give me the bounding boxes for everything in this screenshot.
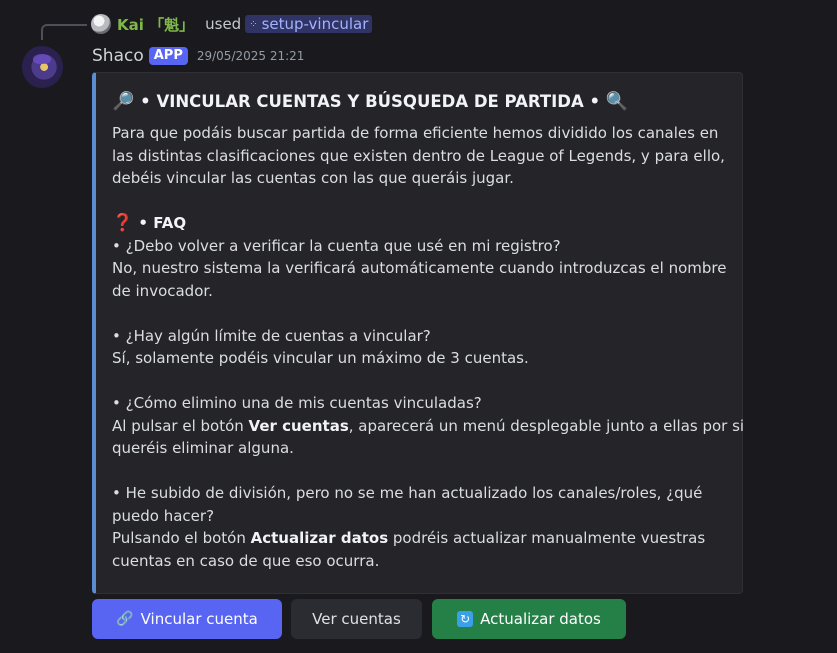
faq-answer-3-line-1: Al pulsar el botón Ver cuentas, aparecer… xyxy=(112,415,744,438)
link-icon: 🔗 xyxy=(116,611,134,627)
faq-heading-text: • FAQ xyxy=(133,214,187,232)
faq-question-4-line-2: puedo hacer? xyxy=(112,506,215,525)
reply-used-text: used xyxy=(205,15,242,33)
embed-description: Para que podáis buscar partida de forma … xyxy=(112,122,744,572)
faq-question-1: • ¿Debo volver a verificar la cuenta que… xyxy=(112,236,561,255)
faq-answer-1-line-2: de invocador. xyxy=(112,281,213,300)
magnifier-left-icon: 🔎 xyxy=(112,90,135,112)
faq-answer-4-bold: Actualizar datos xyxy=(250,529,389,547)
ver-cuentas-button[interactable]: Ver cuentas xyxy=(291,599,422,639)
faq-heading: ❓ • FAQ xyxy=(112,212,724,235)
author-avatar[interactable] xyxy=(21,46,63,88)
faq-answer-4-post: podréis actualizar manualmente vuestras xyxy=(388,529,706,547)
reply-connector xyxy=(41,24,87,40)
vincular-cuenta-label: Vincular cuenta xyxy=(140,610,258,628)
faq-answer-3-pre: Al pulsar el botón xyxy=(112,416,249,435)
embed-title-text: • VINCULAR CUENTAS Y BÚSQUEDA DE PARTIDA… xyxy=(134,91,606,111)
embed-card: 🔎 • VINCULAR CUENTAS Y BÚSQUEDA DE PARTI… xyxy=(92,72,744,594)
ver-cuentas-label: Ver cuentas xyxy=(312,610,401,628)
intro-line-1: Para que podáis buscar partida de forma … xyxy=(112,124,719,142)
author-name[interactable]: Shaco xyxy=(92,46,144,66)
magnifier-right-icon: 🔍 xyxy=(605,90,629,112)
faq-answer-2: Sí, solamente podéis vincular un máximo … xyxy=(112,349,529,367)
actualizar-datos-button[interactable]: ↻ Actualizar datos xyxy=(432,599,626,639)
reply-username[interactable]: Kai 「魁」 xyxy=(117,14,194,35)
faq-question-3: • ¿Cómo elimino una de mis cuentas vincu… xyxy=(112,394,482,412)
vincular-cuenta-button[interactable]: 🔗 Vincular cuenta xyxy=(92,599,282,639)
message-header: Shaco APP 29/05/2025 21:21 xyxy=(92,44,304,68)
question-mark-icon: ❓ xyxy=(112,213,134,233)
actualizar-datos-label: Actualizar datos xyxy=(480,610,601,628)
faq-answer-3-post: , aparecerá un menú desplegable junto a … xyxy=(348,416,745,435)
message-timestamp: 29/05/2025 21:21 xyxy=(196,49,305,63)
intro-line-3: debéis vincular las cuentas con las que … xyxy=(112,169,514,187)
faq-answer-3-line-2: queréis eliminar alguna. xyxy=(112,439,294,457)
faq-question-4-line-1: • He subido de división, pero no se me h… xyxy=(112,484,703,502)
faq-answer-1-line-1: No, nuestro sistema la verificará automá… xyxy=(112,259,727,277)
reply-user-avatar[interactable] xyxy=(91,14,111,34)
command-name: setup-vincular xyxy=(261,15,369,33)
faq-question-2: • ¿Hay algún límite de cuentas a vincula… xyxy=(112,326,431,345)
embed-title: 🔎 • VINCULAR CUENTAS Y BÚSQUEDA DE PARTI… xyxy=(112,88,724,114)
faq-answer-4-line-2: cuentas en caso de que eso ocurra. xyxy=(112,551,380,570)
faq-answer-3-bold: Ver cuentas xyxy=(248,416,349,435)
command-mention[interactable]: ⁘ setup-vincular xyxy=(245,15,373,33)
faq-answer-4-pre: Pulsando el botón xyxy=(112,529,251,547)
discord-message-view: Kai 「魁」 used ⁘ setup-vincular Shaco APP … xyxy=(0,0,837,653)
faq-answer-4-line-1: Pulsando el botón Actualizar datos podré… xyxy=(112,527,724,550)
intro-line-2: las distintas clasificaciones que existe… xyxy=(112,146,725,165)
app-badge: APP xyxy=(148,47,188,65)
apps-icon: ⁘ xyxy=(249,18,258,30)
refresh-icon: ↻ xyxy=(457,611,474,627)
interaction-reply: Kai 「魁」 used ⁘ setup-vincular xyxy=(91,13,373,35)
